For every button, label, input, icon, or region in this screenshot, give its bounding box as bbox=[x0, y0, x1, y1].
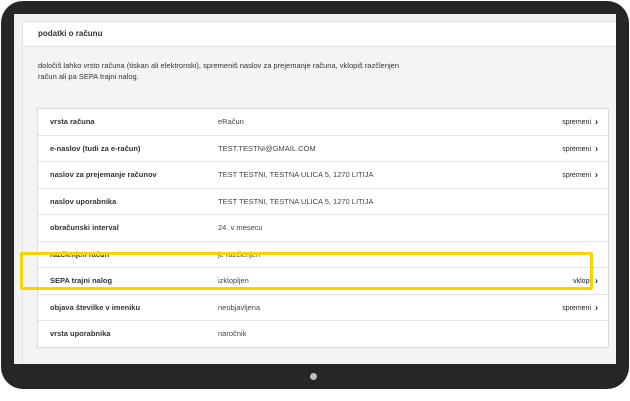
account-settings-table: vrsta računa eRačun spremeni › e-naslov (… bbox=[37, 108, 609, 348]
account-info-panel: podatki o računu določiš lahko vrsto rač… bbox=[22, 21, 616, 364]
action-label: spremeni bbox=[562, 145, 591, 153]
chevron-right-icon: › bbox=[595, 275, 598, 286]
action-label: vklopi bbox=[573, 278, 591, 285]
row-vrsta-uporabnika: vrsta uporabnika naročnik bbox=[38, 321, 608, 347]
row-naslov-uporabnika: naslov uporabnika TEST TESTNI, TESTNA UL… bbox=[38, 189, 608, 215]
panel-title: podatki o računu bbox=[23, 22, 616, 47]
row-value: 24. v mesecu bbox=[218, 223, 263, 232]
row-value: naročnik bbox=[218, 329, 247, 338]
change-button[interactable]: spremeni › bbox=[562, 295, 598, 322]
row-label: e-naslov (tudi za e-račun) bbox=[50, 143, 141, 153]
chevron-right-icon: › bbox=[595, 143, 598, 153]
row-label: vrsta uporabnika bbox=[50, 329, 111, 338]
row-label: objava številke v imeniku bbox=[50, 302, 141, 312]
change-button[interactable]: spremeni › bbox=[562, 109, 598, 136]
change-button[interactable]: spremeni › bbox=[562, 162, 598, 189]
row-value: neobjavljena bbox=[218, 302, 261, 312]
enable-button[interactable]: vklopi › bbox=[573, 268, 598, 295]
chevron-right-icon: › bbox=[595, 116, 598, 127]
row-naslov-prejemanje: naslov za prejemanje računov TEST TESTNI… bbox=[38, 162, 608, 189]
row-label: vrsta računa bbox=[50, 117, 95, 126]
row-label: naslov za prejemanje računov bbox=[50, 170, 157, 179]
row-label: naslov uporabnika bbox=[50, 196, 117, 206]
screen: podatki o računu določiš lahko vrsto rač… bbox=[14, 14, 616, 364]
row-value: TEST TESTNI, TESTNA ULICA 5, 1270 LITIJA bbox=[218, 170, 374, 179]
row-razclenjen-racun: razčlenjen račun je razčlenjen bbox=[38, 242, 608, 268]
row-value: izklopljen bbox=[218, 276, 249, 285]
change-button[interactable]: spremeni › bbox=[562, 136, 598, 163]
action-label: spremeni bbox=[562, 119, 591, 126]
action-label: spremeni bbox=[562, 172, 591, 179]
chevron-right-icon: › bbox=[595, 302, 598, 312]
row-value: TEST TESTNI, TESTNA ULICA 5, 1270 LITIJA bbox=[218, 196, 374, 206]
row-label: razčlenjen račun bbox=[50, 249, 110, 259]
row-objava-stevilke: objava številke v imeniku neobjavljena s… bbox=[38, 295, 608, 322]
row-label: obračunski interval bbox=[50, 223, 119, 232]
panel-intro-text: določiš lahko vrsto računa (tiskan ali e… bbox=[38, 61, 399, 81]
row-value: eRačun bbox=[218, 117, 244, 126]
row-label: SEPA trajni nalog bbox=[50, 276, 113, 285]
action-label: spremeni bbox=[562, 304, 591, 312]
row-obracunski-interval: obračunski interval 24. v mesecu bbox=[38, 215, 608, 242]
home-button[interactable] bbox=[310, 373, 317, 380]
row-vrsta-racuna: vrsta računa eRačun spremeni › bbox=[38, 109, 608, 136]
row-value: je razčlenjen bbox=[218, 249, 261, 259]
chevron-right-icon: › bbox=[595, 169, 598, 180]
row-e-naslov: e-naslov (tudi za e-račun) TEST.TESTNI@G… bbox=[38, 136, 608, 163]
row-sepa-trajni-nalog: SEPA trajni nalog izklopljen vklopi › bbox=[38, 268, 608, 295]
row-value: TEST.TESTNI@GMAIL.COM bbox=[218, 143, 316, 153]
tablet-frame: podatki o računu določiš lahko vrsto rač… bbox=[1, 1, 629, 389]
